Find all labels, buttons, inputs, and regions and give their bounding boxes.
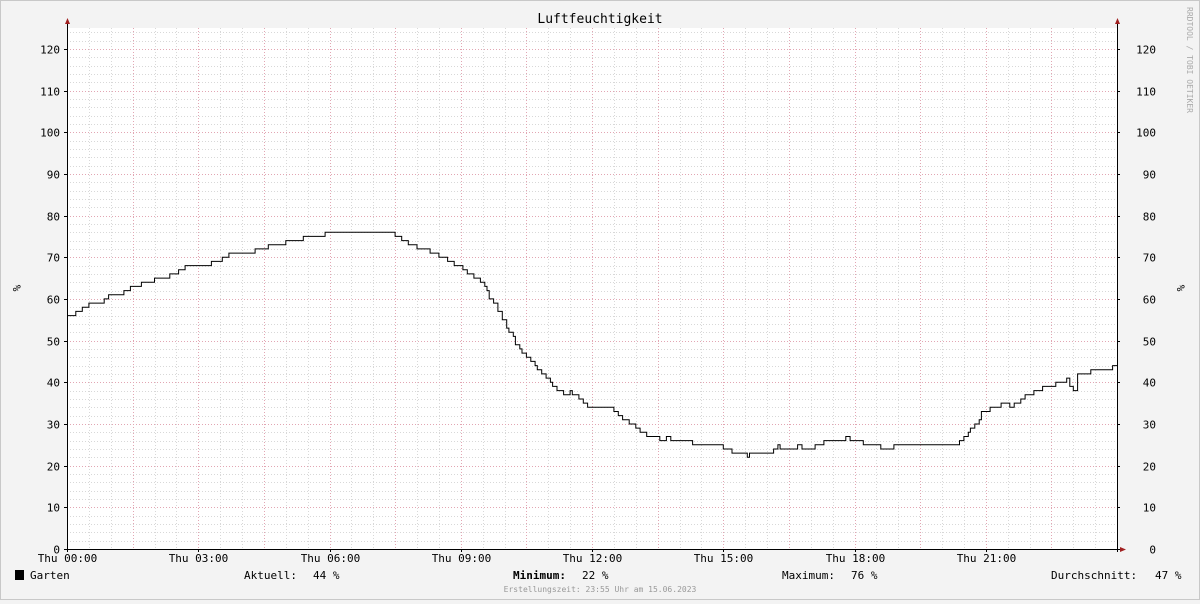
y-tick-label-left: 60 (47, 294, 60, 307)
y-tick-label-left: 20 (47, 461, 60, 474)
y-tick-label-left: 10 (47, 502, 60, 515)
y-tick-label-left: 120 (40, 44, 60, 57)
legend-min-label: Minimum: (513, 569, 566, 582)
legend-max-label: Maximum: (782, 569, 835, 582)
rrd-graph: 0 0 10 10 20 20 30 30 40 40 50 50 60 60 70 70 80 80 90 90 10… (0, 0, 1200, 600)
legend-avg-value: 47 % (1155, 569, 1182, 582)
y-tick-label-right: 120 (1136, 44, 1156, 57)
y-tick-label-left: 30 (47, 419, 60, 432)
y-tick-label-right: 20 (1143, 461, 1156, 474)
x-tick-label: Thu 03:00 (169, 552, 229, 565)
y-axis-label-left: % (10, 285, 23, 292)
x-tick-label: Thu 09:00 (432, 552, 492, 565)
legend-current-label: Aktuell: (244, 569, 297, 582)
legend-max-value: 76 % (851, 569, 878, 582)
y-tick-label-right: 40 (1143, 377, 1156, 390)
legend-min-value: 22 % (582, 569, 609, 582)
legend-avg-label: Durchschnitt: (1051, 569, 1137, 582)
x-tick-label: Thu 21:00 (957, 552, 1017, 565)
y-tick-label-left: 70 (47, 252, 60, 265)
x-tick-label: Thu 12:00 (563, 552, 623, 565)
y-tick-label-right: 50 (1143, 336, 1156, 349)
x-tick-label: Thu 06:00 (301, 552, 361, 565)
y-tick-label-right: 60 (1143, 294, 1156, 307)
y-tick-label-left: 90 (47, 169, 60, 182)
y-tick-label-left: 110 (40, 86, 60, 99)
y-tick-label-right: 30 (1143, 419, 1156, 432)
x-tick-label: Thu 15:00 (694, 552, 754, 565)
y-tick-label-right: 70 (1143, 252, 1156, 265)
y-tick-label-right: 90 (1143, 169, 1156, 182)
y-tick-label-left: 50 (47, 336, 60, 349)
watermark: RRDTOOL / TOBI OETIKER (1185, 7, 1194, 113)
legend-current-value: 44 % (313, 569, 340, 582)
y-tick-label-left: 100 (40, 127, 60, 140)
y-axis-label-right: % (1174, 285, 1187, 292)
y-tick-label-right: 0 (1149, 544, 1156, 557)
chart-title: Luftfeuchtigkeit (537, 12, 662, 27)
y-tick-label-left: 40 (47, 377, 60, 390)
x-tick-label: Thu 00:00 (38, 552, 98, 565)
y-tick-label-right: 110 (1136, 86, 1156, 99)
y-tick-label-right: 100 (1136, 127, 1156, 140)
legend-series-name: Garten (30, 569, 70, 582)
y-tick-label-right: 10 (1143, 502, 1156, 515)
legend-swatch-garten (15, 570, 24, 580)
y-tick-label-right: 80 (1143, 211, 1156, 224)
x-tick-label: Thu 18:00 (826, 552, 886, 565)
footer-timestamp: Erstellungszeit: 23:55 Uhr am 15.06.2023 (504, 585, 697, 594)
y-tick-label-left: 80 (47, 211, 60, 224)
humidity-chart: 0 010 1020 2030 3040 4050 5060 6070 7080 8090 9010… (0, 0, 1200, 600)
